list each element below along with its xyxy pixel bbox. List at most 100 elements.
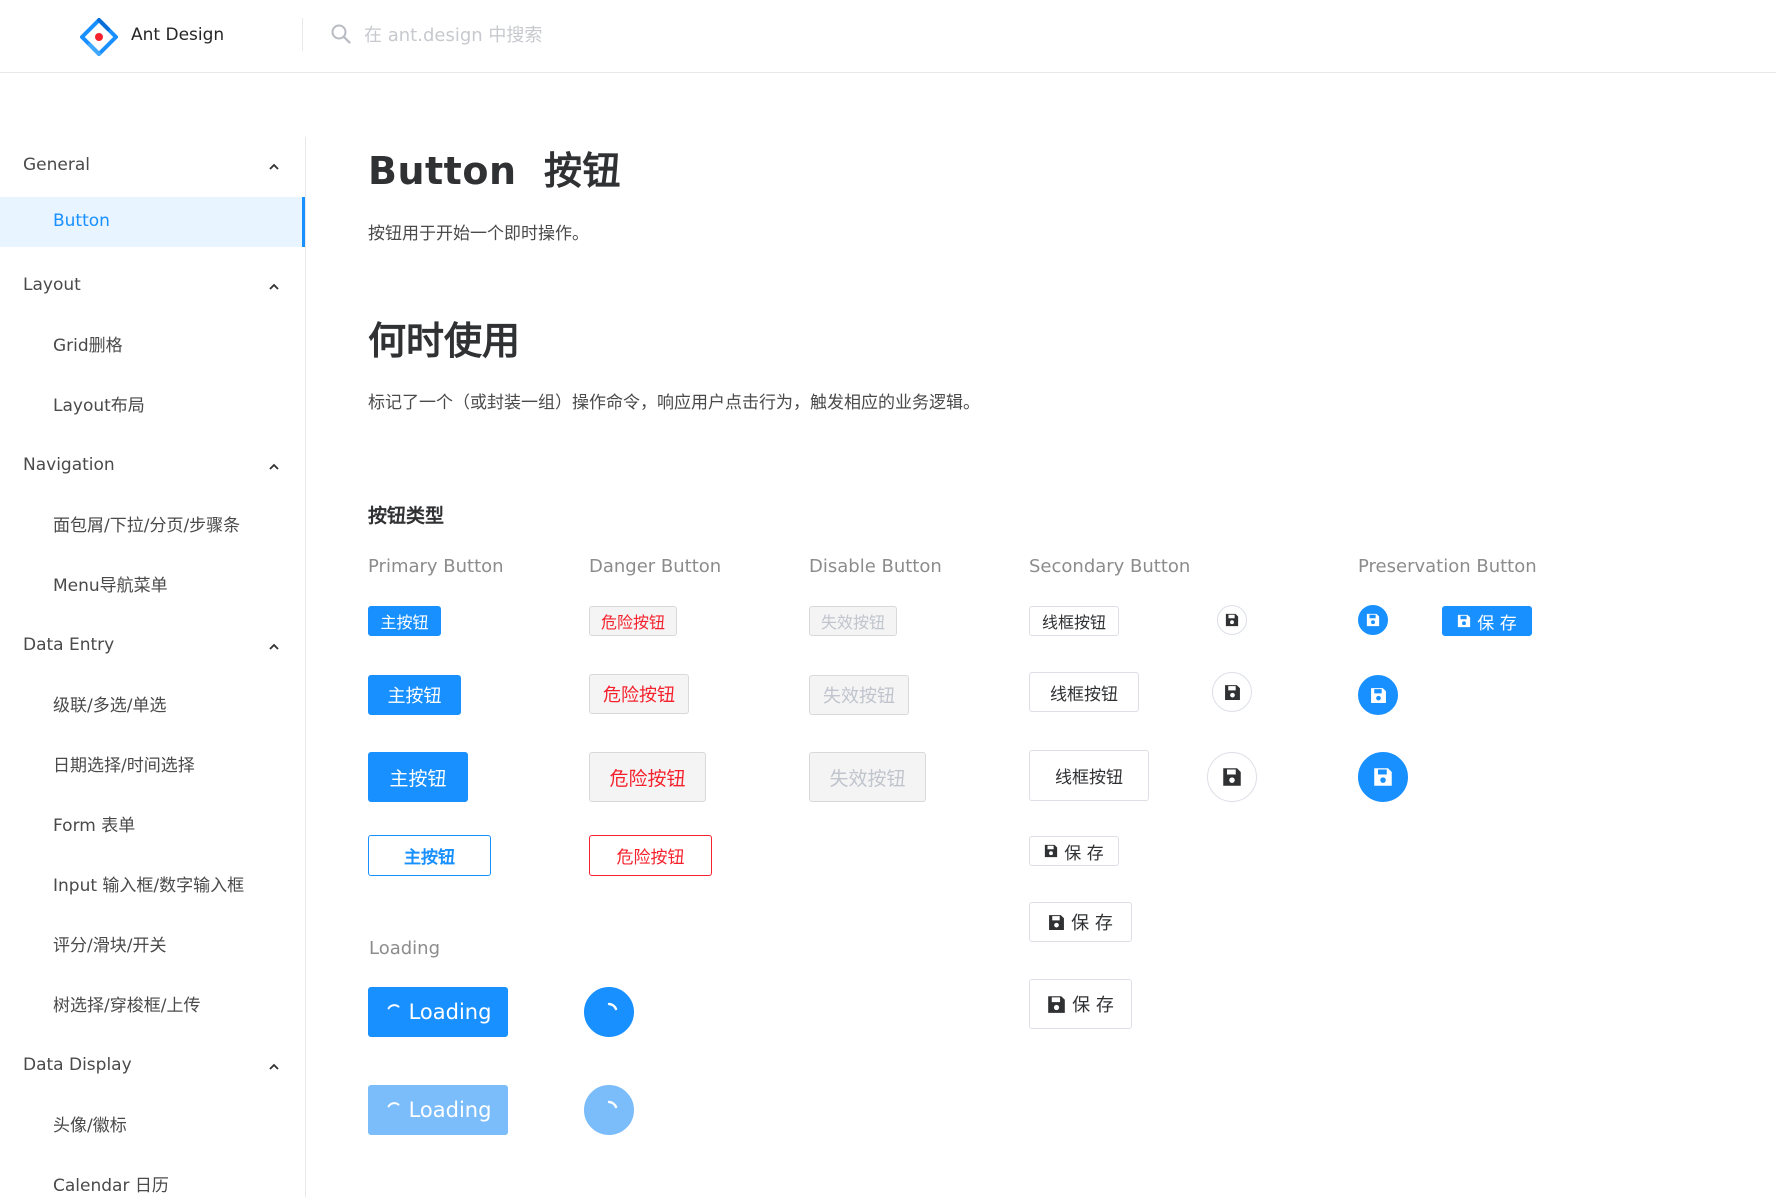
save-icon bbox=[1049, 914, 1065, 930]
preserve-circle-button-large[interactable] bbox=[1358, 752, 1408, 802]
sidebar-item-label: Menu导航菜单 bbox=[53, 576, 168, 596]
sidebar-group-data-entry[interactable]: Data Entry bbox=[0, 617, 305, 677]
sidebar-group-navigation[interactable]: Navigation bbox=[0, 437, 305, 497]
danger-button-medium[interactable]: 危险按钮 bbox=[589, 674, 689, 714]
sidebar-item-calendar[interactable]: Calendar 日历 bbox=[0, 1157, 305, 1197]
loading-spinner-icon bbox=[387, 1004, 400, 1010]
save-icon bbox=[1366, 613, 1380, 627]
danger-button-large[interactable]: 危险按钮 bbox=[589, 752, 706, 802]
sidebar-item-label: Input 输入框/数字输入框 bbox=[53, 876, 245, 896]
sidebar-item-breadcrumb[interactable]: 面包屑/下拉/分页/步骤条 bbox=[0, 497, 305, 547]
secondary-column-heading: Secondary Button bbox=[1029, 556, 1191, 577]
sidebar-group-general[interactable]: General bbox=[0, 137, 305, 197]
search-input[interactable] bbox=[364, 18, 784, 52]
button-types-heading: 按钮类型 bbox=[368, 505, 445, 527]
sidebar-item-label: 树选择/穿梭框/上传 bbox=[53, 996, 201, 1016]
sidebar-item-cascader[interactable]: 级联/多选/单选 bbox=[0, 677, 305, 727]
sidebar-item-label: Layout布局 bbox=[53, 396, 145, 416]
save-icon bbox=[1048, 995, 1065, 1013]
sidebar-item-treeselect[interactable]: 树选择/穿梭框/上传 bbox=[0, 977, 305, 1027]
sidebar-item-label: Grid删格 bbox=[53, 336, 123, 356]
loading-button[interactable]: Loading bbox=[368, 987, 508, 1037]
sidebar-item-menu[interactable]: Menu导航菜单 bbox=[0, 557, 305, 607]
disabled-button-large: 失效按钮 bbox=[809, 752, 926, 802]
sidebar-item-layout[interactable]: Layout布局 bbox=[0, 377, 305, 427]
sidebar-item-label: 评分/滑块/开关 bbox=[53, 936, 167, 956]
loading-circle-button[interactable] bbox=[584, 987, 634, 1037]
loading-circle-button-light[interactable] bbox=[584, 1085, 634, 1135]
ant-design-logo[interactable] bbox=[80, 18, 118, 56]
save-circle-button-large[interactable] bbox=[1207, 752, 1257, 802]
loading-spinner-icon bbox=[607, 1100, 618, 1109]
disabled-button-medium: 失效按钮 bbox=[809, 675, 909, 715]
sidebar-item-datepicker[interactable]: 日期选择/时间选择 bbox=[0, 737, 305, 787]
outline-button-large[interactable]: 线框按钮 bbox=[1029, 750, 1149, 801]
save-outline-button-medium[interactable]: 保 存 bbox=[1029, 902, 1132, 942]
save-label: 保 存 bbox=[1071, 913, 1113, 934]
sidebar-item-label: 面包屑/下拉/分页/步骤条 bbox=[53, 516, 241, 536]
sidebar-item-form[interactable]: Form 表单 bbox=[0, 797, 305, 847]
save-circle-button-small[interactable] bbox=[1217, 605, 1247, 635]
chevron-up-icon bbox=[269, 1063, 279, 1070]
page-title: Button 按钮 bbox=[368, 149, 621, 193]
save-label: 保 存 bbox=[1064, 843, 1104, 864]
outline-button-small[interactable]: 线框按钮 bbox=[1029, 606, 1119, 636]
loading-label: Loading bbox=[408, 1000, 492, 1024]
sidebar-item-label: Calendar 日历 bbox=[53, 1176, 169, 1196]
primary-button-small[interactable]: 主按钮 bbox=[368, 606, 441, 636]
preserve-circle-button-medium[interactable] bbox=[1358, 675, 1398, 715]
save-icon bbox=[1458, 614, 1471, 628]
when-to-use-description: 标记了一个（或封装一组）操作命令，响应用户点击行为，触发相应的业务逻辑。 bbox=[368, 393, 980, 413]
preservation-column-heading: Preservation Button bbox=[1358, 556, 1537, 577]
loading-heading: Loading bbox=[369, 938, 441, 959]
sidebar-item-label: 日期选择/时间选择 bbox=[53, 756, 195, 776]
danger-button-small[interactable]: 危险按钮 bbox=[589, 606, 677, 636]
sidebar-item-label: 头像/徽标 bbox=[53, 1116, 127, 1136]
save-label: 保 存 bbox=[1072, 995, 1114, 1016]
sidebar-item-grid[interactable]: Grid删格 bbox=[0, 317, 305, 367]
outline-button-medium[interactable]: 线框按钮 bbox=[1029, 672, 1139, 712]
danger-ghost-button[interactable]: 危险按钮 bbox=[589, 835, 712, 876]
sidebar-item-input[interactable]: Input 输入框/数字输入框 bbox=[0, 857, 305, 907]
sidebar-item-label: Form 表单 bbox=[53, 816, 136, 836]
primary-ghost-button[interactable]: 主按钮 bbox=[368, 835, 491, 876]
sidebar-group-label: General bbox=[23, 155, 90, 175]
disable-column-heading: Disable Button bbox=[809, 556, 942, 577]
sidebar-group-layout[interactable]: Layout bbox=[0, 257, 305, 317]
save-circle-button-medium[interactable] bbox=[1212, 672, 1252, 712]
loading-spinner-icon bbox=[387, 1102, 400, 1108]
loading-button-light[interactable]: Loading bbox=[368, 1085, 508, 1135]
sidebar-item-label: 级联/多选/单选 bbox=[53, 696, 167, 716]
search-icon bbox=[331, 24, 351, 44]
sidebar-group-data-display[interactable]: Data Display bbox=[0, 1037, 305, 1097]
chevron-up-icon bbox=[269, 463, 279, 470]
top-header: Ant Design bbox=[0, 0, 1776, 73]
primary-button-large[interactable]: 主按钮 bbox=[368, 752, 468, 802]
preserve-circle-button-small[interactable] bbox=[1358, 605, 1388, 635]
primary-column-heading: Primary Button bbox=[368, 556, 504, 577]
save-icon bbox=[1225, 613, 1239, 627]
page-description: 按钮用于开始一个即时操作。 bbox=[368, 224, 589, 244]
when-to-use-title: 何时使用 bbox=[368, 319, 521, 363]
save-outline-button-small[interactable]: 保 存 bbox=[1029, 836, 1119, 866]
preserve-button[interactable]: 保 存 bbox=[1442, 606, 1532, 636]
sidebar-item-button[interactable]: Button bbox=[0, 197, 305, 247]
chevron-up-icon bbox=[269, 163, 279, 170]
brand-name[interactable]: Ant Design bbox=[131, 25, 224, 45]
save-icon bbox=[1224, 684, 1240, 700]
sidebar-group-label: Navigation bbox=[23, 455, 115, 475]
save-icon bbox=[1045, 844, 1058, 858]
save-icon bbox=[1370, 687, 1386, 703]
disabled-button-small: 失效按钮 bbox=[809, 606, 897, 636]
loading-spinner-icon bbox=[607, 1002, 618, 1011]
primary-button-medium[interactable]: 主按钮 bbox=[368, 675, 461, 715]
sidebar-item-rate[interactable]: 评分/滑块/开关 bbox=[0, 917, 305, 967]
sidebar-group-label: Layout bbox=[23, 275, 81, 295]
save-icon bbox=[1374, 768, 1392, 786]
save-outline-button-large[interactable]: 保 存 bbox=[1029, 979, 1132, 1029]
chevron-up-icon bbox=[269, 283, 279, 290]
chevron-up-icon bbox=[269, 643, 279, 650]
sidebar-item-avatar[interactable]: 头像/徽标 bbox=[0, 1097, 305, 1147]
sidebar-group-label: Data Entry bbox=[23, 635, 115, 655]
save-icon bbox=[1223, 768, 1241, 786]
